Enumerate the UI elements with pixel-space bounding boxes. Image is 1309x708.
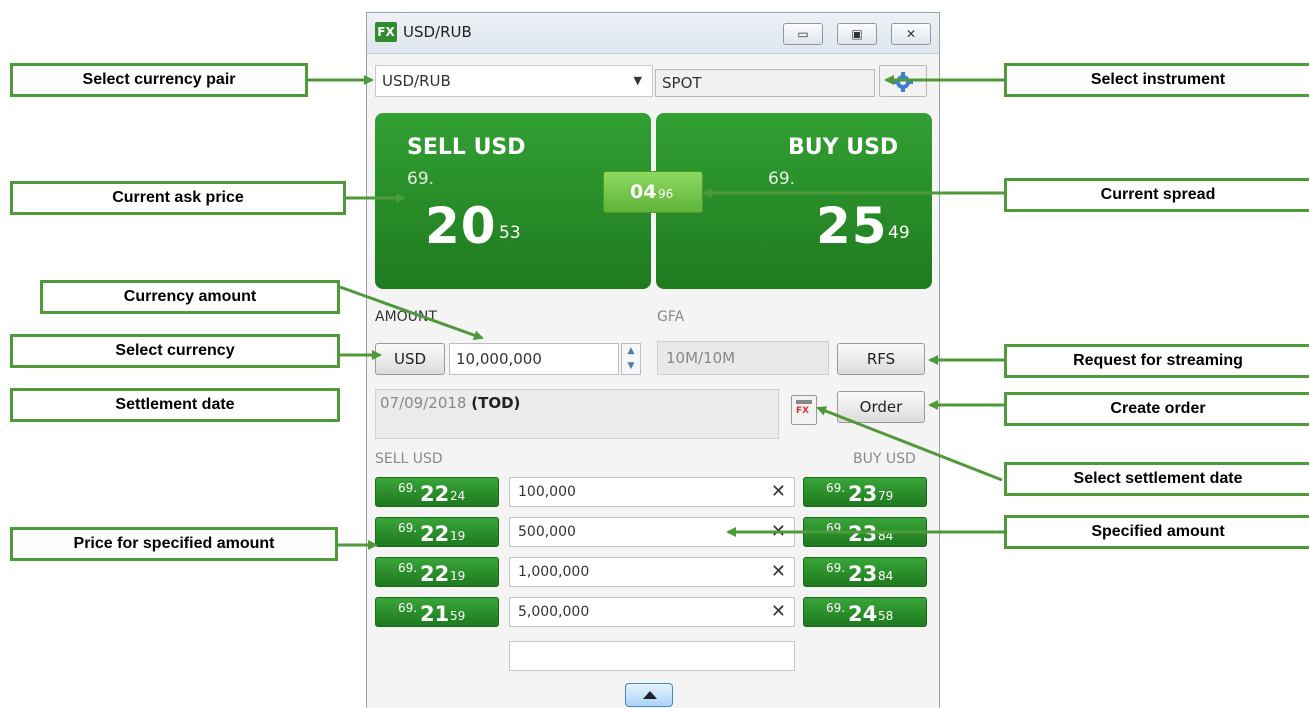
arrow-settlement-date-select (816, 406, 1003, 482)
callout-select-settlement-date: Select settlement date (1004, 462, 1309, 496)
callout-current-ask-price: Current ask price (10, 181, 346, 215)
callout-price-for-specified-amount: Price for specified amount (10, 527, 338, 561)
callout-select-currency-pair: Select currency pair (10, 63, 308, 97)
callout-create-order: Create order (1004, 392, 1309, 426)
callout-specified-amount: Specified amount (1004, 515, 1309, 549)
callout-request-for-streaming: Request for streaming (1004, 344, 1309, 378)
callout-select-currency: Select currency (10, 334, 340, 368)
arrow-currency-amount (339, 285, 484, 341)
callout-select-instrument: Select instrument (1004, 63, 1309, 97)
callout-current-spread: Current spread (1004, 178, 1309, 212)
callout-currency-amount: Currency amount (40, 280, 340, 314)
callout-settlement-date: Settlement date (10, 388, 340, 422)
